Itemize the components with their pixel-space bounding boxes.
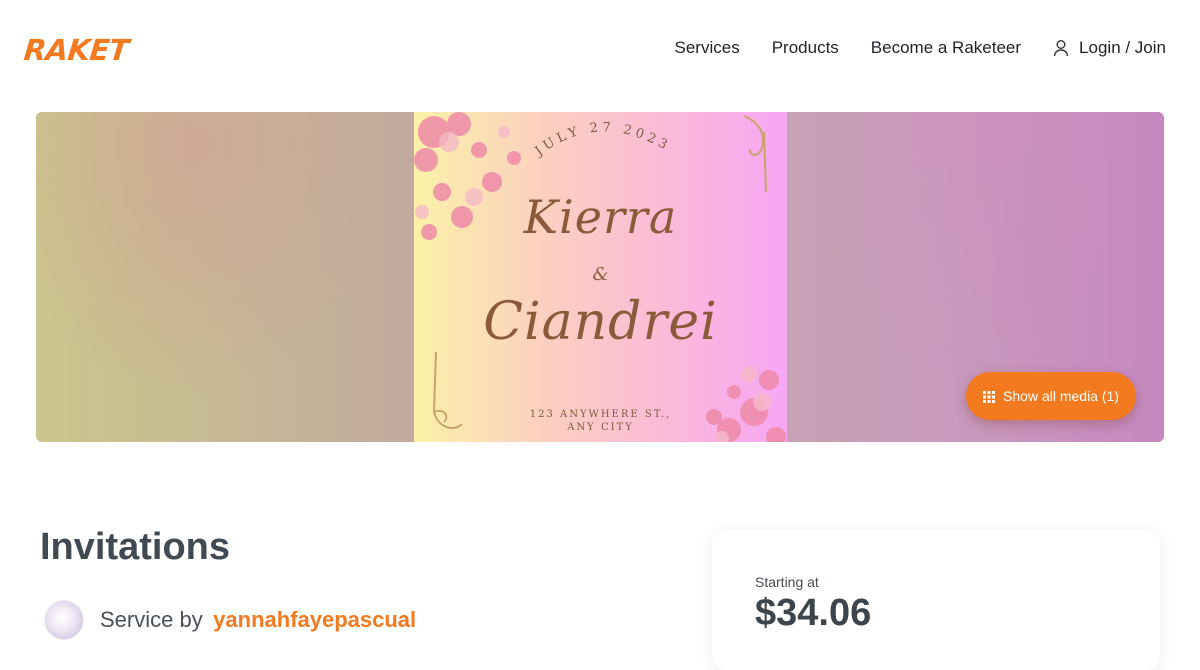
address-line-2: ANY CITY	[567, 422, 634, 433]
invitation-date: JULY 27 2023	[414, 112, 787, 172]
invitation-ampersand: &	[592, 264, 609, 285]
page-title: Invitations	[40, 526, 231, 568]
main-nav: Services Products Become a Raketeer Logi…	[675, 38, 1166, 58]
starting-price: $34.06	[755, 592, 872, 634]
site-header: RAKET Services Products Become a Raketee…	[0, 0, 1200, 100]
avatar[interactable]	[44, 600, 84, 640]
hero-blur-left	[36, 112, 416, 442]
seller-username-link[interactable]: yannahfayepascual	[213, 607, 416, 632]
address-line-1: 123 ANYWHERE ST.,	[529, 409, 672, 420]
svg-text:JULY 27 2023: JULY 27 2023	[531, 120, 673, 160]
login-join-link[interactable]: Login / Join	[1053, 38, 1166, 58]
login-join-label: Login / Join	[1079, 38, 1166, 57]
invitation-card-image[interactable]: JULY 27 2023 Kierra & Ciandrei 123 ANYWH…	[414, 112, 787, 442]
show-all-media-button[interactable]: Show all media (1)	[966, 372, 1136, 420]
nav-become-raketeer-link[interactable]: Become a Raketeer	[871, 38, 1021, 58]
service-by-row: Service by yannahfayepascual	[44, 600, 416, 640]
nav-services-link[interactable]: Services	[675, 38, 740, 58]
grid-icon	[983, 390, 996, 403]
starting-at-label: Starting at	[755, 574, 819, 590]
pricing-card: Starting at $34.06	[712, 530, 1160, 670]
invitation-name-2: Ciandrei	[483, 292, 718, 352]
service-by-label: Service by	[100, 607, 203, 632]
user-icon	[1053, 39, 1069, 57]
raket-logo[interactable]: RAKET	[22, 33, 130, 67]
show-all-media-label: Show all media (1)	[1003, 388, 1119, 404]
invitation-address: 123 ANYWHERE ST., ANY CITY	[414, 408, 787, 434]
nav-products-link[interactable]: Products	[772, 38, 839, 58]
invitation-name-1: Kierra	[523, 190, 678, 244]
